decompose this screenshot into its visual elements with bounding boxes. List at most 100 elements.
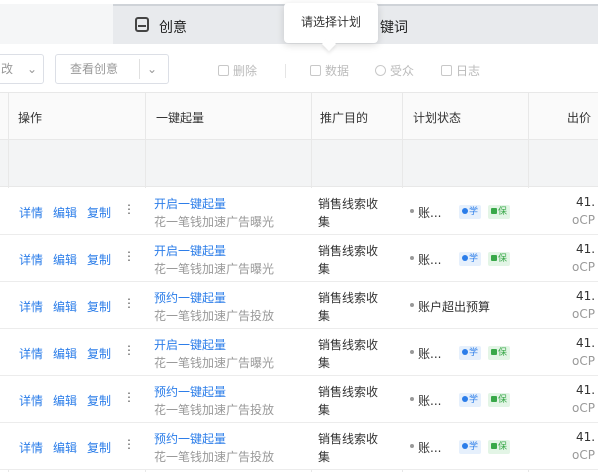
header-one-key: 一键起量 bbox=[156, 111, 205, 125]
delete-button[interactable]: 删除 bbox=[218, 62, 257, 79]
detail-link[interactable]: 详情 bbox=[19, 439, 43, 456]
edit-link[interactable]: 编辑 bbox=[53, 392, 77, 409]
bid-value: 41. bbox=[576, 383, 596, 397]
more-options-icon[interactable]: ⋮ bbox=[123, 296, 135, 310]
view-creative-label: 查看创意 bbox=[70, 62, 119, 76]
one-key-boost-description: 花一笔钱加速广告曝光 bbox=[154, 356, 275, 370]
table-row[interactable]: 详情 编辑 复制 ⋮ 预约一键起量 花一笔钱加速广告投放 销售线索收集 账户超出预算 41. oC… bbox=[0, 282, 598, 329]
status-dot-icon bbox=[410, 209, 414, 213]
promotion-purpose: 销售线索收 bbox=[318, 291, 379, 305]
learning-icon bbox=[462, 443, 468, 449]
bid-type: oCP bbox=[572, 260, 595, 274]
table-row[interactable]: 详情 编辑 复制 ⋮ 开启一键起量 花一笔钱加速广告曝光 销售线索收集 账... 学 保 41. oC… bbox=[0, 188, 598, 235]
status-dot-icon bbox=[410, 303, 414, 307]
learning-badge-label: 学 bbox=[469, 395, 479, 405]
tab-previous[interactable] bbox=[0, 4, 113, 44]
guarantee-badge: 保 bbox=[488, 393, 511, 407]
one-key-boost-link[interactable]: 开启一键起量 bbox=[154, 336, 226, 353]
more-options-icon[interactable]: ⋮ bbox=[123, 437, 135, 451]
one-key-boost-description: 花一笔钱加速广告曝光 bbox=[154, 262, 275, 276]
detail-link[interactable]: 详情 bbox=[19, 345, 43, 362]
guarantee-badge: 保 bbox=[488, 205, 511, 219]
shield-icon bbox=[491, 396, 497, 402]
guarantee-badge-label: 保 bbox=[498, 254, 508, 264]
copy-link[interactable]: 复制 bbox=[87, 251, 111, 268]
more-options-icon[interactable]: ⋮ bbox=[123, 343, 135, 357]
learning-icon bbox=[462, 208, 468, 214]
promotion-purpose-cont: 集 bbox=[318, 403, 331, 417]
learning-badge-label: 学 bbox=[469, 348, 479, 358]
chevron-down-icon[interactable]: ⌄ bbox=[147, 55, 157, 83]
promotion-purpose: 销售线索收 bbox=[318, 432, 379, 446]
header-bid: 出价 bbox=[567, 111, 592, 125]
audience-label: 受众 bbox=[390, 64, 415, 78]
status-dot-icon bbox=[410, 256, 414, 260]
tab-creative-label[interactable]: 创意 bbox=[159, 17, 187, 37]
promotion-purpose-cont: 集 bbox=[318, 450, 331, 464]
one-key-boost-link[interactable]: 预约一键起量 bbox=[154, 289, 226, 306]
learning-badge: 学 bbox=[459, 440, 482, 454]
plan-status: 账... bbox=[418, 394, 442, 408]
batch-edit-dropdown[interactable]: 改 ⌄ bbox=[0, 54, 44, 84]
shield-icon bbox=[491, 208, 497, 214]
guarantee-badge-label: 保 bbox=[498, 348, 508, 358]
header-operation: 操作 bbox=[18, 111, 43, 125]
learning-icon bbox=[462, 349, 468, 355]
detail-link[interactable]: 详情 bbox=[19, 392, 43, 409]
edit-link[interactable]: 编辑 bbox=[53, 439, 77, 456]
trash-icon bbox=[218, 65, 229, 76]
bid-type: oCP bbox=[572, 213, 595, 227]
learning-badge: 学 bbox=[459, 252, 482, 266]
guarantee-badge: 保 bbox=[488, 252, 511, 266]
bid-type: oCP bbox=[572, 401, 595, 415]
view-creative-button[interactable]: 查看创意 ⌄ bbox=[55, 54, 169, 84]
table-row[interactable]: 详情 编辑 复制 ⋮ 开启一键起量 花一笔钱加速广告曝光 销售线索收集 账... 学 保 41. oC… bbox=[0, 329, 598, 376]
promotion-purpose: 销售线索收 bbox=[318, 338, 379, 352]
log-icon bbox=[441, 65, 452, 76]
edit-link[interactable]: 编辑 bbox=[53, 251, 77, 268]
one-key-boost-link[interactable]: 开启一键起量 bbox=[154, 242, 226, 259]
plan-status: 账... bbox=[418, 347, 442, 361]
detail-link[interactable]: 详情 bbox=[19, 204, 43, 221]
bar-chart-icon bbox=[310, 65, 321, 76]
chevron-down-icon: ⌄ bbox=[26, 62, 37, 76]
shield-icon bbox=[491, 255, 497, 261]
status-dot-icon bbox=[410, 350, 414, 354]
guarantee-badge: 保 bbox=[488, 346, 511, 360]
edit-link[interactable]: 编辑 bbox=[53, 345, 77, 362]
table-row[interactable]: 详情 编辑 复制 ⋮ 预约一键起量 花一笔钱加速广告投放 销售线索收集 账... 学 保 41. oC… bbox=[0, 376, 598, 423]
promotion-purpose-cont: 集 bbox=[318, 262, 331, 276]
table-row[interactable]: 详情 编辑 复制 ⋮ 开启一键起量 花一笔钱加速广告曝光 销售线索收集 账... 学 保 41. oC… bbox=[0, 235, 598, 282]
copy-link[interactable]: 复制 bbox=[87, 204, 111, 221]
copy-link[interactable]: 复制 bbox=[87, 392, 111, 409]
copy-link[interactable]: 复制 bbox=[87, 439, 111, 456]
plan-status: 账户超出预算 bbox=[418, 300, 491, 314]
plan-status: 账... bbox=[418, 441, 442, 455]
detail-link[interactable]: 详情 bbox=[19, 298, 43, 315]
edit-link[interactable]: 编辑 bbox=[53, 204, 77, 221]
learning-badge-label: 学 bbox=[469, 254, 479, 264]
promotion-purpose-cont: 集 bbox=[318, 356, 331, 370]
one-key-boost-link[interactable]: 预约一键起量 bbox=[154, 383, 226, 400]
one-key-boost-description: 花一笔钱加速广告曝光 bbox=[154, 215, 275, 229]
one-key-boost-link[interactable]: 预约一键起量 bbox=[154, 430, 226, 447]
copy-link[interactable]: 复制 bbox=[87, 345, 111, 362]
detail-link[interactable]: 详情 bbox=[19, 251, 43, 268]
one-key-boost-link[interactable]: 开启一键起量 bbox=[154, 195, 226, 212]
data-button[interactable]: 数据 bbox=[310, 62, 349, 79]
plan-status: 账... bbox=[418, 253, 442, 267]
copy-link[interactable]: 复制 bbox=[87, 298, 111, 315]
learning-badge: 学 bbox=[459, 393, 482, 407]
plan-status: 账... bbox=[418, 206, 442, 220]
table-row[interactable]: 详情 编辑 复制 ⋮ 预约一键起量 花一笔钱加速广告投放 销售线索收集 账... 学 保 41. oC… bbox=[0, 423, 598, 470]
guarantee-badge-label: 保 bbox=[498, 395, 508, 405]
more-options-icon[interactable]: ⋮ bbox=[123, 202, 135, 216]
edit-link[interactable]: 编辑 bbox=[53, 298, 77, 315]
toolbar-divider bbox=[285, 64, 286, 78]
audience-button[interactable]: 受众 bbox=[375, 62, 414, 79]
more-options-icon[interactable]: ⋮ bbox=[123, 390, 135, 404]
more-options-icon[interactable]: ⋮ bbox=[123, 249, 135, 263]
batch-edit-label: 改 bbox=[1, 62, 14, 76]
tab-keyword-label[interactable]: 键词 bbox=[380, 17, 408, 37]
log-button[interactable]: 日志 bbox=[441, 62, 480, 79]
